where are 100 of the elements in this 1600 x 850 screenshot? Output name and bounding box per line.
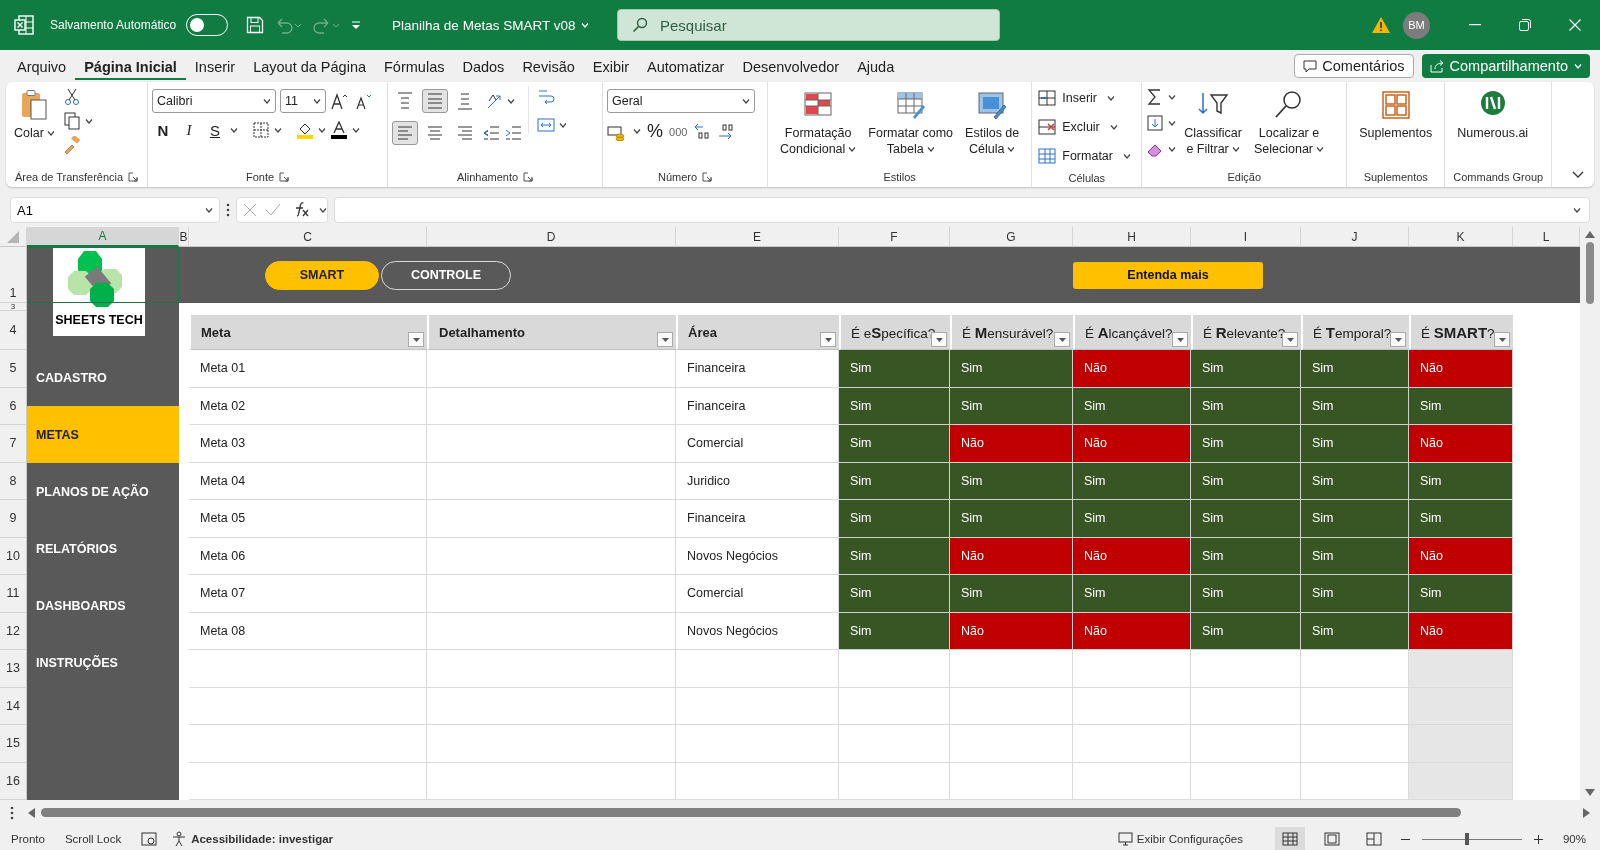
filter-button[interactable] [1494, 332, 1510, 347]
view-settings-button[interactable]: Exibir Configurações [1117, 832, 1243, 846]
row-header[interactable]: 8 [0, 462, 27, 500]
row-header[interactable]: 11 [0, 575, 27, 613]
decrease-decimal-icon[interactable] [717, 122, 736, 141]
alignment-button[interactable] [422, 89, 448, 113]
row-header[interactable]: 14 [0, 687, 27, 725]
spreadsheet-app-icon[interactable] [14, 15, 34, 35]
name-box[interactable]: A1 [10, 197, 220, 223]
horizontal-scrollbar[interactable] [28, 807, 1590, 818]
search-input[interactable]: Pesquisar [658, 15, 958, 35]
filter-button[interactable] [1172, 332, 1188, 347]
ribbon-button[interactable]: Suplementos [1355, 86, 1437, 144]
info-button[interactable]: Entenda mais [1073, 261, 1263, 289]
ribbon-button[interactable]: Formatação Condicional [776, 86, 861, 160]
decrease-indent-icon[interactable] [482, 124, 500, 142]
row-header[interactable]: 5 [0, 350, 27, 388]
column-header[interactable]: K [1409, 227, 1513, 247]
formula-input-field[interactable] [334, 197, 1590, 223]
row-header[interactable]: 12 [0, 612, 27, 650]
column-header[interactable]: G [950, 227, 1073, 247]
font-color-icon[interactable] [330, 121, 348, 139]
comments-button[interactable]: Comentários [1294, 54, 1414, 78]
font-style-button[interactable]: N [152, 121, 174, 139]
row-header[interactable]: 1 [0, 247, 27, 303]
ribbon-button[interactable]: Numerous.ai [1453, 86, 1533, 144]
sidebar-item[interactable]: CADASTRO [27, 349, 179, 406]
menu-tab[interactable]: Revisão [513, 54, 584, 80]
slider-thumb[interactable] [1464, 833, 1469, 845]
menu-tab[interactable]: Ajuda [848, 54, 904, 80]
column-header[interactable]: D [427, 227, 676, 247]
menu-tab[interactable]: Automatizar [638, 54, 734, 80]
alignment-button[interactable] [392, 121, 418, 145]
warning-icon[interactable] [1371, 16, 1391, 34]
font-name-field[interactable]: Calibri [152, 89, 276, 113]
filter-button[interactable] [820, 332, 836, 347]
dialog-launcher-icon[interactable] [523, 172, 534, 182]
ribbon-button[interactable]: Inserir [1036, 86, 1133, 110]
column-header[interactable]: A [27, 227, 179, 247]
number-style-button[interactable]: % [647, 121, 663, 142]
view-button[interactable] [1274, 827, 1305, 850]
menu-tab[interactable]: Exibir [583, 54, 639, 80]
accessibility-button[interactable]: Acessibilidade: investigar [191, 833, 334, 845]
dialog-launcher-icon[interactable] [702, 172, 713, 182]
ribbon-button[interactable]: Colar [10, 86, 59, 144]
menu-tab[interactable]: Fórmulas [375, 54, 454, 80]
zoom-in-icon[interactable] [1533, 834, 1543, 844]
column-header[interactable]: C [189, 227, 427, 247]
wrap-text-icon[interactable] [537, 88, 555, 106]
ribbon-button[interactable]: Excluir [1036, 115, 1133, 139]
column-header[interactable]: I [1191, 227, 1301, 247]
check-icon[interactable] [265, 203, 281, 217]
menu-tab[interactable]: Página Inicial [75, 54, 186, 80]
user-avatar[interactable]: BM [1403, 11, 1430, 39]
row-header[interactable]: 15 [0, 725, 27, 763]
row-header[interactable]: 7 [0, 425, 27, 463]
dialog-launcher-icon[interactable] [279, 172, 290, 182]
row-header[interactable]: 16 [0, 762, 27, 800]
filter-button[interactable] [1390, 332, 1406, 347]
sidebar-item[interactable]: METAS [27, 406, 179, 463]
more-options-icon[interactable] [226, 203, 230, 217]
save-icon[interactable] [246, 16, 265, 34]
ribbon-button[interactable]: Formatar [1036, 144, 1133, 168]
sidebar-item[interactable]: PLANOS DE AÇÃO [27, 463, 179, 520]
accessibility-icon[interactable] [171, 831, 188, 847]
customize-toolbar-icon[interactable] [350, 19, 363, 31]
row-header[interactable]: 4 [0, 311, 27, 350]
fill-down-icon[interactable] [1146, 114, 1165, 132]
filter-button[interactable] [408, 332, 424, 347]
ribbon-button[interactable]: Estilos de Célula [961, 86, 1024, 160]
font-style-button[interactable]: S [204, 121, 226, 139]
dialog-launcher-icon[interactable] [128, 172, 139, 182]
row-header[interactable]: 3 [0, 303, 27, 311]
zoom-slider[interactable] [1421, 833, 1522, 845]
share-button[interactable]: Compartilhamento [1421, 54, 1590, 78]
font-size-field[interactable]: 11 [280, 89, 326, 113]
row-header[interactable]: 9 [0, 500, 27, 538]
decrease-font-size-icon[interactable] [354, 92, 374, 110]
scrollbar-thumb[interactable] [1586, 242, 1594, 304]
column-header[interactable]: F [839, 227, 950, 247]
column-header[interactable]: H [1073, 227, 1191, 247]
borders-icon[interactable] [252, 121, 270, 139]
column-header[interactable]: L [1513, 227, 1580, 247]
menu-tab[interactable]: Layout da Página [244, 54, 375, 80]
number-format-field[interactable]: Geral [607, 89, 755, 113]
format-painter-icon[interactable] [62, 136, 81, 154]
filter-button[interactable] [1054, 332, 1070, 347]
column-header[interactable]: J [1301, 227, 1409, 247]
font-style-button[interactable]: I [178, 121, 200, 139]
menu-tab[interactable]: Inserir [185, 54, 245, 80]
row-header[interactable]: 13 [0, 650, 27, 688]
ribbon-button[interactable]: Classificar e Filtrar [1180, 86, 1246, 160]
filter-button[interactable] [657, 332, 673, 347]
sidebar-item[interactable]: RELATÓRIOS [27, 520, 179, 577]
copy-icon[interactable] [62, 112, 81, 130]
fill-color-icon[interactable] [296, 121, 314, 139]
collapse-ribbon-icon[interactable] [1572, 171, 1584, 179]
row-header[interactable]: 10 [0, 537, 27, 575]
increase-decimal-icon[interactable] [693, 122, 712, 141]
menu-tab[interactable]: Arquivo [8, 54, 76, 80]
